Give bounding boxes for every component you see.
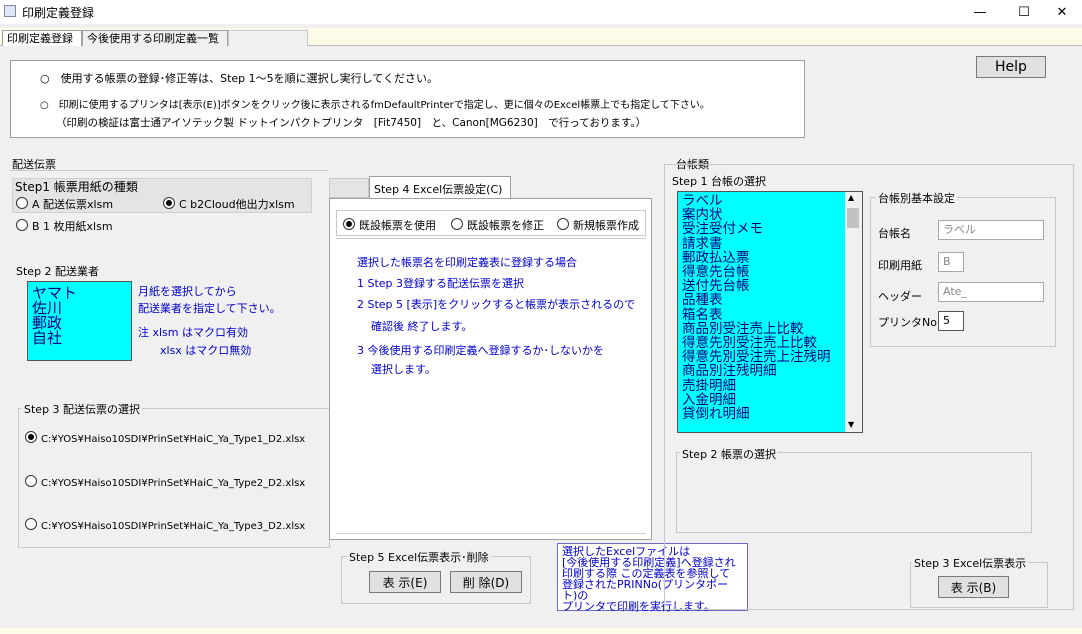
option-b[interactable]: B 1 枚用紙xlsm [16,218,113,234]
instr-2: 1 Step 3登録する配送伝票を選択 [357,277,525,290]
step4-blank-tab [329,178,369,198]
instr-1: 選択した帳票名を印刷定義表に登録する場合 [357,256,577,269]
daicho-scrollbar[interactable] [845,192,862,432]
instr-4: 確認後 終了します。 [371,320,473,333]
info-line-2: ○ 印刷に使用するプリンタは[表示(E)]ボタンをクリック後に表示されるfmDe… [40,100,710,111]
carrier-item[interactable]: 自社 [32,331,127,346]
tab-future-definitions[interactable]: 今後使用する印刷定義一覧 [82,30,228,46]
carrier-list[interactable]: ヤマト 佐川 郵政 自社 [27,281,132,361]
step3-label: Step 3 配送伝票の選択 [22,401,143,417]
close-button[interactable]: ✕ [1040,0,1082,24]
minimize-button[interactable]: — [958,0,1002,24]
option-b-label: B 1 枚用紙xlsm [32,220,113,233]
title-bar [0,0,1082,24]
header-field[interactable]: Ate_ [938,282,1044,302]
radio-mode-use[interactable] [343,218,355,230]
daicho-item[interactable]: 請求書 [682,236,841,251]
info-line-3: （印刷の検証は富士通アイソテック製 ドットインパクトプリンタ [Fit7450]… [56,117,647,129]
daicho-step3-label: Step 3 Excel伝票表示 [912,555,1029,571]
daicho-step2-label: Step 2 帳票の選択 [680,446,779,462]
option-a-label: A 配送伝票xlsm [32,198,114,211]
daicho-item[interactable]: 案内状 [682,208,841,222]
bottom-strip [0,628,1082,634]
file-option-3[interactable]: C:¥YOS¥Haiso10SDI¥PrinSet¥HaiC_Ya_Type3_… [25,518,305,532]
radio-mode-new[interactable] [557,218,569,230]
daicho-step1-label: Step 1 台帳の選択 [672,175,767,188]
daicho-item[interactable]: 受注受付メモ [682,222,841,236]
daicho-item[interactable]: 品種表 [682,293,841,307]
option-c-label: C b2Cloud他出力xlsm [179,198,295,211]
daicho-item[interactable]: 売掛明細 [682,378,841,393]
daicho-item[interactable]: 得意先台帳 [682,265,841,279]
field-label-daicho: 台帳名 [878,227,911,240]
carrier-note-4: xlsx はマクロ無効 [160,344,252,357]
carrier-note-1: 月紙を選択してから [138,285,237,298]
daicho-item[interactable]: 箱名表 [682,307,841,322]
paper-field[interactable]: B [938,252,964,272]
tab-blank [228,30,308,46]
step2-label: Step 2 配送業者 [16,265,100,278]
file-option-2[interactable]: C:¥YOS¥Haiso10SDI¥PrinSet¥HaiC_Ya_Type2_… [25,475,305,489]
daicho-item[interactable]: 商品別受注売上比較 [682,322,841,336]
carrier-note-3: 注 xlsm はマクロ有効 [138,326,249,339]
daicho-item[interactable]: 郵政払込票 [682,251,841,265]
show-e-button[interactable]: 表 示(E) [369,571,441,593]
option-a[interactable]: A 配送伝票xlsm [16,196,113,212]
scroll-up-icon[interactable]: ▲ [848,193,854,202]
daicho-item[interactable]: 送付先台帳 [682,279,841,293]
printer-no-field[interactable]: 5 [938,311,964,331]
radio-a[interactable] [16,197,28,209]
kihon-label: 台帳別基本設定 [876,190,957,206]
daicho-step2-group [676,452,1032,533]
mode-modify-label: 既設帳票を修正 [467,219,544,232]
delete-button[interactable]: 削 除(D) [450,571,522,593]
radio-b[interactable] [16,219,28,231]
option-c[interactable]: C b2Cloud他出力xlsm [163,196,295,212]
daicho-item[interactable]: 得意先別受注売上注残明 [682,350,841,364]
app-icon [4,5,16,17]
daicho-name-field[interactable]: ラベル [938,220,1044,240]
help-button[interactable]: Help [976,56,1046,78]
file-option-1[interactable]: C:¥YOS¥Haiso10SDI¥PrinSet¥HaiC_Ya_Type1_… [25,431,305,445]
daicho-item[interactable]: 商品別注残明細 [682,364,841,378]
field-label-paper: 印刷用紙 [878,259,922,272]
instr-3: 2 Step 5 [表示]をクリックすると帳票が表示されるので [357,298,636,311]
scroll-thumb[interactable] [847,208,859,228]
file-3-label: C:¥YOS¥Haiso10SDI¥PrinSet¥HaiC_Ya_Type3_… [41,521,306,532]
step4-tab[interactable]: Step 4 Excel伝票設定(C) [369,176,511,198]
field-label-header: ヘッダー [878,290,922,303]
field-label-printer: プリンタNo [878,316,937,329]
mode-new-label: 新規帳票作成 [573,219,639,232]
mode-use[interactable]: 既設帳票を使用 [343,217,436,233]
mode-use-label: 既設帳票を使用 [359,219,436,232]
carrier-note-2: 配送業者を指定して下さい。 [138,302,281,315]
step5-label: Step 5 Excel伝票表示･削除 [347,549,491,565]
daicho-list[interactable]: ラベル 案内状 受注受付メモ 請求書 郵政払込票 得意先台帳 送付先台帳 品種表… [678,192,845,432]
info-line-1: ○ 使用する帳票の登録･修正等は、Step 1～5を順に選択し実行してください。 [40,72,438,85]
radio-file-2[interactable] [25,475,37,487]
radio-file-3[interactable] [25,518,37,530]
window-title: 印刷定義登録 [22,6,95,20]
mode-modify[interactable]: 既設帳票を修正 [451,217,544,233]
file-1-label: C:¥YOS¥Haiso10SDI¥PrinSet¥HaiC_Ya_Type1_… [41,434,306,445]
daicho-item[interactable]: 貸倒れ明細 [682,407,841,421]
instr-5: 3 今後使用する印刷定義へ登録するか･しないかを [357,344,604,357]
radio-c[interactable] [163,197,175,209]
tab-print-definition[interactable]: 印刷定義登録 [2,30,82,46]
instr-6: 選択します。 [371,363,436,376]
step1-label: Step1 帳票用紙の種類 [15,180,138,194]
radio-mode-modify[interactable] [451,218,463,230]
mode-new[interactable]: 新規帳票作成 [557,217,639,233]
daicho-item[interactable]: 入金明細 [682,393,841,407]
scroll-down-icon[interactable]: ▼ [848,420,854,429]
show-b-button[interactable]: 表 示(B) [938,576,1009,598]
radio-file-1[interactable] [25,431,37,443]
file-2-label: C:¥YOS¥Haiso10SDI¥PrinSet¥HaiC_Ya_Type2_… [41,478,306,489]
